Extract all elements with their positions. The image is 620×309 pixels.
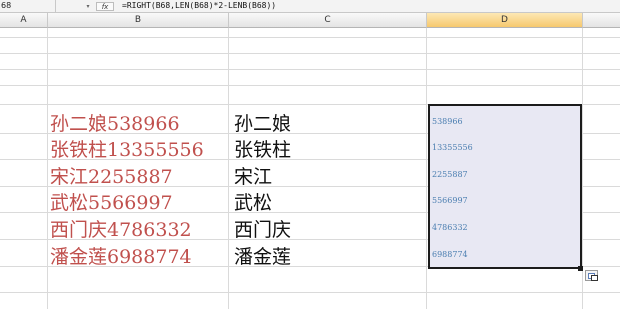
formula-input[interactable]: =RIGHT(B68,LEN(B68)*2-LENB(B68)) [122, 0, 276, 12]
insert-function-button[interactable]: fx [96, 2, 114, 11]
cell-c-name[interactable]: 宋江 [234, 162, 272, 189]
name-box[interactable]: 68 [0, 0, 56, 12]
grid-line [0, 85, 620, 86]
formula-bar: 68 ▾ fx =RIGHT(B68,LEN(B68)*2-LENB(B68)) [0, 0, 620, 13]
cell-b-name-number[interactable]: 宋江2255887 [50, 162, 173, 189]
cell-b-name-number[interactable]: 孙二娘538966 [50, 109, 180, 136]
cell-c-name[interactable]: 武松 [234, 188, 272, 215]
cell-d-number[interactable]: 538966 [432, 117, 463, 126]
cell-c-name[interactable]: 张铁柱 [234, 135, 291, 162]
cell-d-number[interactable]: 13355556 [432, 143, 473, 152]
column-header-a[interactable]: A [0, 13, 48, 28]
cell-c-name[interactable]: 潘金莲 [234, 242, 291, 269]
cell-d-number[interactable]: 2255887 [432, 170, 468, 179]
cell-b-name-number[interactable]: 张铁柱13355556 [50, 135, 204, 162]
grid-line [0, 53, 620, 54]
column-header-d[interactable]: D [427, 13, 583, 28]
grid-line [0, 37, 620, 38]
cell-b-name-number[interactable]: 潘金莲6988774 [50, 242, 192, 269]
column-header-c[interactable]: C [229, 13, 427, 28]
cell-b-name-number[interactable]: 西门庆4786332 [50, 215, 192, 242]
cell-c-name[interactable]: 西门庆 [234, 215, 291, 242]
column-header-b[interactable]: B [48, 13, 229, 28]
cell-d-number[interactable]: 6988774 [432, 250, 468, 259]
column-header-e[interactable] [583, 13, 620, 28]
selection-range[interactable] [428, 104, 582, 269]
cell-d-number[interactable]: 4786332 [432, 223, 468, 232]
paste-options-icon[interactable] [585, 270, 598, 281]
cell-d-number[interactable]: 5566997 [432, 196, 468, 205]
grid-line [0, 69, 620, 70]
chevron-down-icon[interactable]: ▾ [84, 3, 92, 11]
cell-b-name-number[interactable]: 武松5566997 [50, 188, 173, 215]
grid-line [0, 292, 620, 293]
cell-c-name[interactable]: 孙二娘 [234, 109, 291, 136]
formula-controls: ▾ fx [58, 1, 118, 11]
fill-handle[interactable] [578, 266, 583, 271]
